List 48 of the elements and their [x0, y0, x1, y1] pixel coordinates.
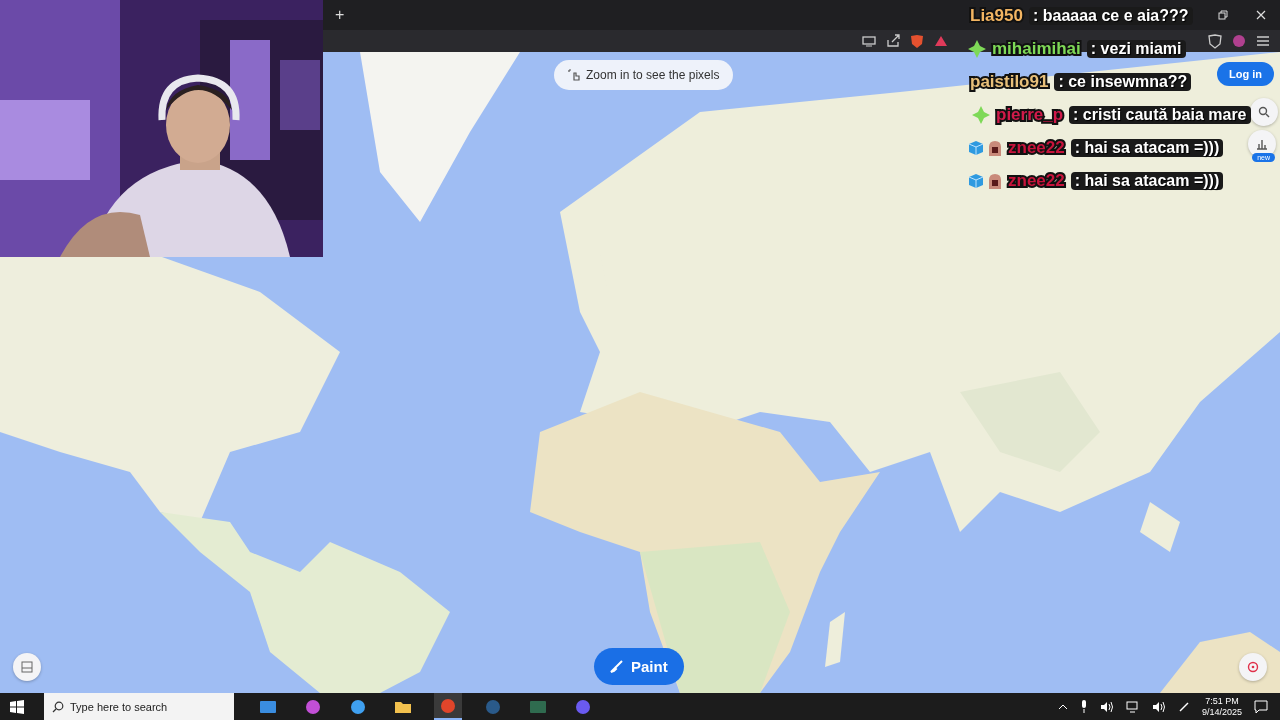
windows-icon[interactable] [10, 699, 24, 714]
zoom-hint-text: Zoom in to see the pixels [586, 68, 720, 82]
paint-button[interactable]: Paint [594, 648, 684, 685]
menu-icon[interactable] [1256, 35, 1270, 47]
gem-icon [968, 40, 986, 58]
pen-icon[interactable] [1177, 700, 1190, 713]
login-button[interactable]: Log in [1217, 62, 1274, 86]
screen-icon[interactable] [862, 35, 876, 47]
chat-message: : vezi miami [1086, 40, 1186, 58]
close-icon[interactable] [1256, 10, 1266, 20]
notification-icon[interactable] [1254, 700, 1268, 713]
chevron-up-icon[interactable] [1057, 702, 1068, 711]
creature-icon [988, 140, 1002, 156]
brush-icon [610, 660, 623, 673]
cube-icon [968, 173, 984, 189]
chat-username: znee22 [1007, 171, 1066, 191]
search-icon [1258, 106, 1270, 118]
new-tab-button[interactable]: + [335, 6, 345, 24]
shield-icon[interactable] [1208, 33, 1222, 49]
chat-message: : cristi caută baia mare [1069, 106, 1251, 124]
network-icon[interactable] [1125, 700, 1140, 713]
microphone-icon[interactable] [1079, 700, 1088, 713]
chat-message: : ce insewmna?? [1054, 73, 1192, 91]
speaker-icon[interactable] [1151, 700, 1166, 713]
clock-time: 7:51 PM [1205, 695, 1239, 707]
search-field[interactable]: Type here to search [44, 693, 234, 720]
chat-username: znee22 [1007, 138, 1066, 158]
speaker-icon[interactable] [1099, 700, 1114, 713]
profile-icon[interactable] [1232, 34, 1246, 48]
chat-message: : hai sa atacam =))) [1070, 139, 1224, 157]
search-icon [52, 701, 64, 713]
restore-icon[interactable] [1218, 10, 1228, 20]
clock-date: 9/14/2025 [1201, 706, 1242, 718]
shield-icon[interactable] [910, 33, 924, 49]
chat-username: pierre_p [995, 105, 1065, 125]
target-icon [1247, 661, 1259, 673]
cube-icon [968, 140, 984, 156]
triangle-icon[interactable] [934, 35, 948, 47]
pointer-icon [568, 68, 581, 82]
creature-icon [988, 173, 1002, 189]
chat-message: : hai sa atacam =))) [1070, 172, 1224, 190]
bar-chart-icon [1256, 138, 1268, 150]
chat-username: Lia950 [969, 6, 1024, 26]
gem-icon [972, 106, 990, 124]
share-icon[interactable] [886, 34, 900, 48]
taskbar-app-icon[interactable] [434, 693, 462, 720]
chat-message: : baaaaa ce e aia??? [1028, 7, 1193, 25]
panel-icon [21, 661, 33, 673]
